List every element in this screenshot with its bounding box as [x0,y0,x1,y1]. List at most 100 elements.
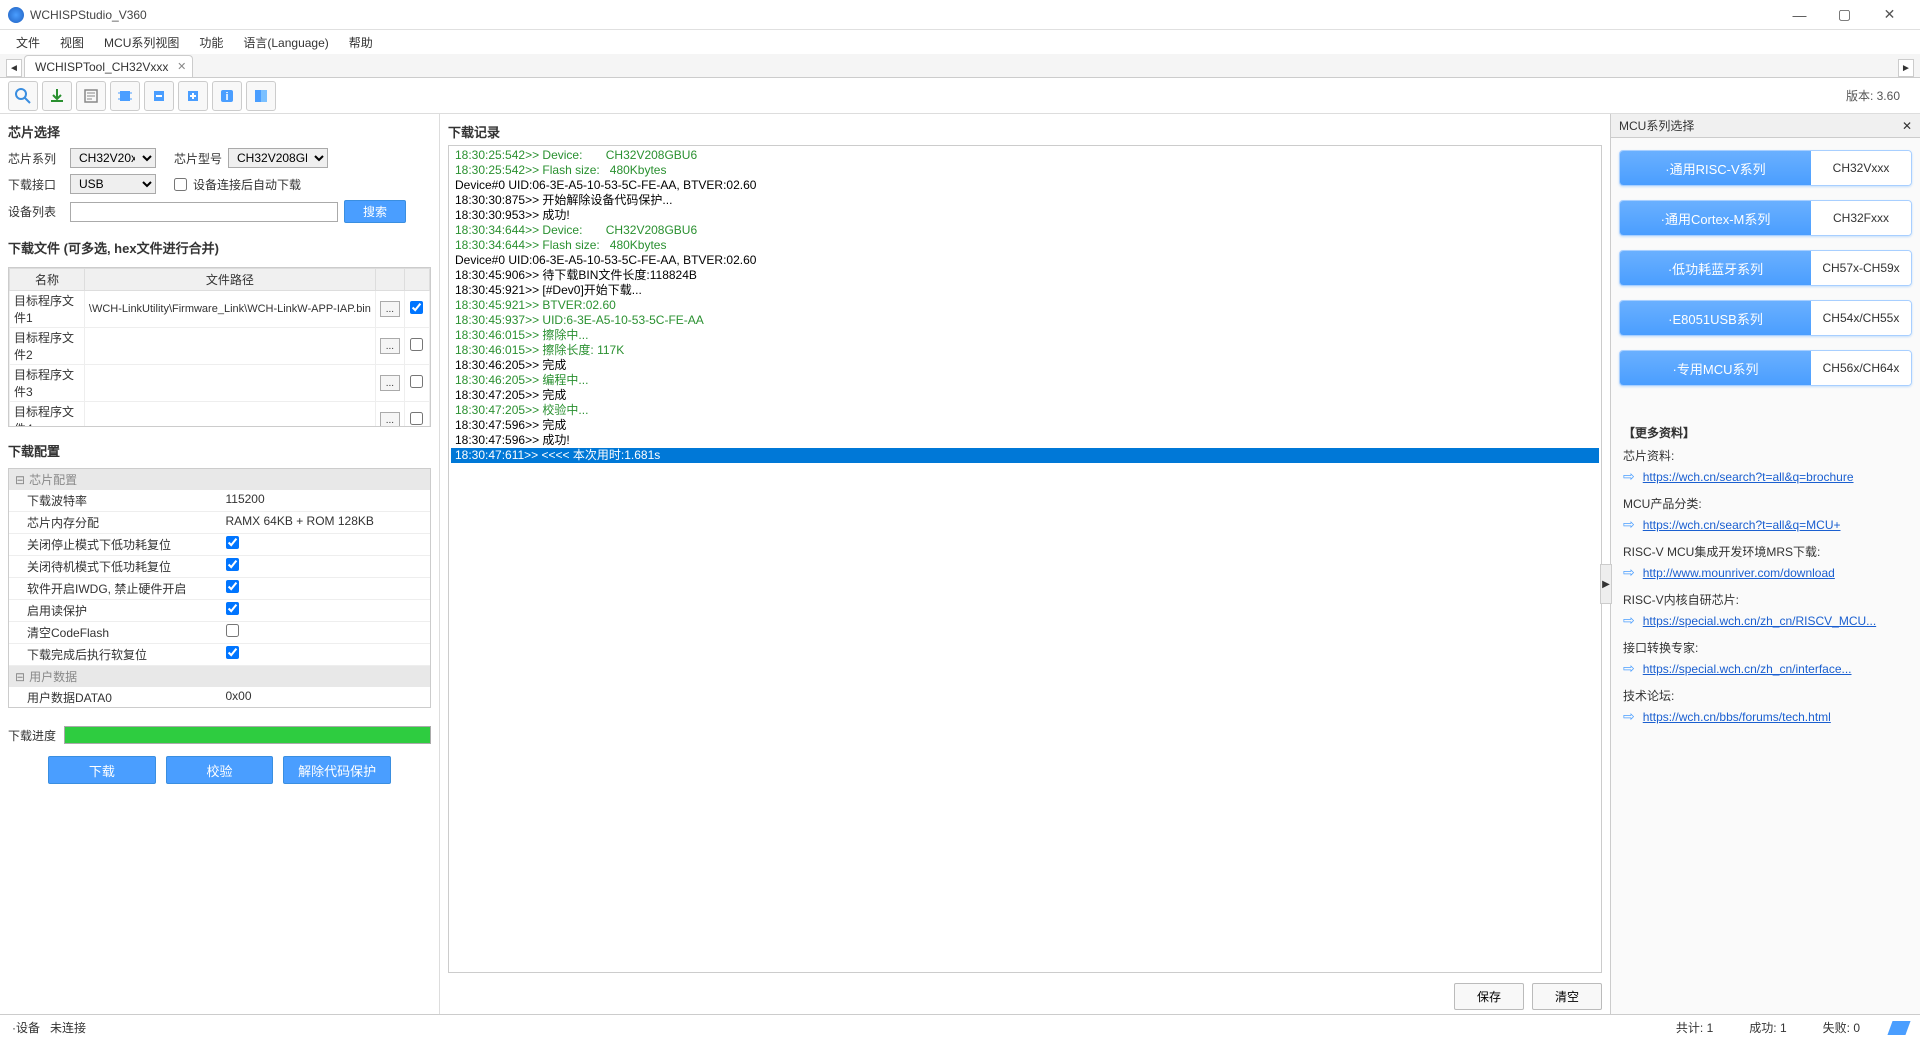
status-fail: 失败: 0 [1823,1019,1860,1036]
status-total: 共计: 1 [1676,1019,1713,1036]
config-checkbox[interactable] [226,602,239,615]
toolbar-chip1-icon[interactable] [110,81,140,111]
minimize-button[interactable]: — [1777,1,1822,29]
file-enable-checkbox[interactable] [410,412,423,425]
log-line: 18:30:47:205>> 校验中... [451,403,1599,418]
resource-link[interactable]: https://wch.cn/search?t=all&q=brochure [1643,470,1854,484]
config-checkbox[interactable] [226,624,239,637]
log-line: 18:30:47:596>> 成功! [451,433,1599,448]
log-line: Device#0 UID:06-3E-A5-10-53-5C-FE-AA, BT… [451,253,1599,268]
progress-row: 下载进度 [8,726,431,744]
menu-mcu-series[interactable]: MCU系列视图 [96,32,187,53]
file-row: 目标程序文件3 ... [10,365,430,402]
resource-link[interactable]: https://special.wch.cn/zh_cn/interface..… [1643,662,1852,676]
menu-help[interactable]: 帮助 [341,32,381,53]
series-right[interactable]: CH32Fxxx [1811,201,1911,235]
resource-link[interactable]: https://wch.cn/search?t=all&q=MCU+ [1643,518,1841,532]
file-enable-checkbox[interactable] [410,375,423,388]
download-button[interactable]: 下载 [48,756,156,784]
toolbar-search-icon[interactable] [8,81,38,111]
series-right[interactable]: CH56x/CH64x [1811,351,1911,385]
arrow-icon: ⇨ [1623,564,1635,581]
config-key: 启用读保护 [9,600,220,621]
series-right[interactable]: CH54x/CH55x [1811,301,1911,335]
devlist-label: 设备列表 [8,203,64,220]
series-select[interactable]: CH32V20x [70,148,156,168]
col-name: 名称 [10,269,85,291]
config-row: 下载波特率115200 [9,490,430,512]
right-close-icon[interactable]: ✕ [1902,119,1912,133]
tab-next[interactable]: ► [1898,59,1914,77]
series-left[interactable]: ·专用MCU系列 [1620,351,1811,385]
log-buttons: 保存 清空 [448,983,1602,1010]
eraser-icon[interactable] [1887,1021,1910,1035]
config-value: 0x00 [226,689,252,703]
resource-link[interactable]: http://www.mounriver.com/download [1643,566,1835,580]
tab-prev[interactable]: ◄ [6,59,22,77]
resource-label: MCU产品分类: [1623,495,1908,512]
browse-button[interactable]: ... [380,412,400,427]
menu-view[interactable]: 视图 [52,32,92,53]
series-item: ·E8051USB系列CH54x/CH55x [1619,300,1912,336]
file-enable-checkbox[interactable] [410,338,423,351]
tab-close-icon[interactable]: ✕ [177,60,186,73]
config-key: 清空CodeFlash [9,622,220,643]
toolbar-chip2-icon[interactable] [144,81,174,111]
progress-bar [64,726,431,744]
browse-button[interactable]: ... [380,301,400,317]
config-value: 115200 [226,492,265,506]
log-box[interactable]: 18:30:25:542>> Device: CH32V208GBU6 18:30… [448,145,1602,973]
clear-log-button[interactable]: 清空 [1532,983,1602,1010]
config-checkbox[interactable] [226,536,239,549]
port-select[interactable]: USB [70,174,156,194]
menu-language[interactable]: 语言(Language) [235,32,336,53]
arrow-icon: ⇨ [1623,516,1635,533]
config-checkbox[interactable] [226,646,239,659]
browse-button[interactable]: ... [380,375,400,391]
maximize-button[interactable]: ▢ [1822,1,1867,29]
resource-link[interactable]: https://wch.cn/bbs/forums/tech.html [1643,710,1831,724]
menu-function[interactable]: 功能 [191,32,231,53]
series-left[interactable]: ·E8051USB系列 [1620,301,1811,335]
toolbar-book-icon[interactable] [246,81,276,111]
file-path [84,402,375,428]
search-button[interactable]: 搜索 [344,200,406,223]
config-checkbox[interactable] [226,580,239,593]
config-checkbox[interactable] [226,558,239,571]
config-row: 软件开启IWDG, 禁止硬件开启 [9,578,430,600]
series-left[interactable]: ·通用RISC-V系列 [1620,151,1811,185]
verify-button[interactable]: 校验 [166,756,274,784]
close-button[interactable]: ✕ [1867,1,1912,29]
resource-link[interactable]: https://special.wch.cn/zh_cn/RISCV_MCU..… [1643,614,1876,628]
resource-link-row: ⇨ https://special.wch.cn/zh_cn/RISCV_MCU… [1623,612,1908,629]
svg-text:i: i [225,91,228,103]
left-pane: 芯片选择 芯片系列 CH32V20x 芯片型号 CH32V208GBU6 下载接… [0,114,440,1014]
file-enable-checkbox[interactable] [410,301,423,314]
model-label: 芯片型号 [174,150,222,167]
toolbar-info-icon[interactable]: i [212,81,242,111]
menu-file[interactable]: 文件 [8,32,48,53]
unlock-button[interactable]: 解除代码保护 [283,756,391,784]
series-left[interactable]: ·通用Cortex-M系列 [1620,201,1811,235]
config-group2[interactable]: ⊟用户数据 [9,666,430,687]
series-right[interactable]: CH32Vxxx [1811,151,1911,185]
series-label: 芯片系列 [8,150,64,167]
expand-right-icon[interactable]: ▶ [1600,564,1612,604]
arrow-icon: ⇨ [1623,612,1635,629]
browse-button[interactable]: ... [380,338,400,354]
auto-download-checkbox[interactable] [174,178,187,191]
series-right[interactable]: CH57x-CH59x [1811,251,1911,285]
toolbar-chip3-icon[interactable] [178,81,208,111]
devlist-input[interactable] [70,202,338,222]
log-line: 18:30:25:542>> Device: CH32V208GBU6 [451,148,1599,163]
log-line: 18:30:47:205>> 完成 [451,388,1599,403]
col-path: 文件路径 [84,269,375,291]
model-select[interactable]: CH32V208GBU6 [228,148,328,168]
save-log-button[interactable]: 保存 [1454,983,1524,1010]
toolbar-download-icon[interactable] [42,81,72,111]
config-group1[interactable]: ⊟芯片配置 [9,469,430,490]
status-device: ·设备 [12,1019,40,1036]
tab-active[interactable]: WCHISPTool_CH32Vxxx ✕ [24,55,193,77]
toolbar-verify-icon[interactable] [76,81,106,111]
series-left[interactable]: ·低功耗蓝牙系列 [1620,251,1811,285]
